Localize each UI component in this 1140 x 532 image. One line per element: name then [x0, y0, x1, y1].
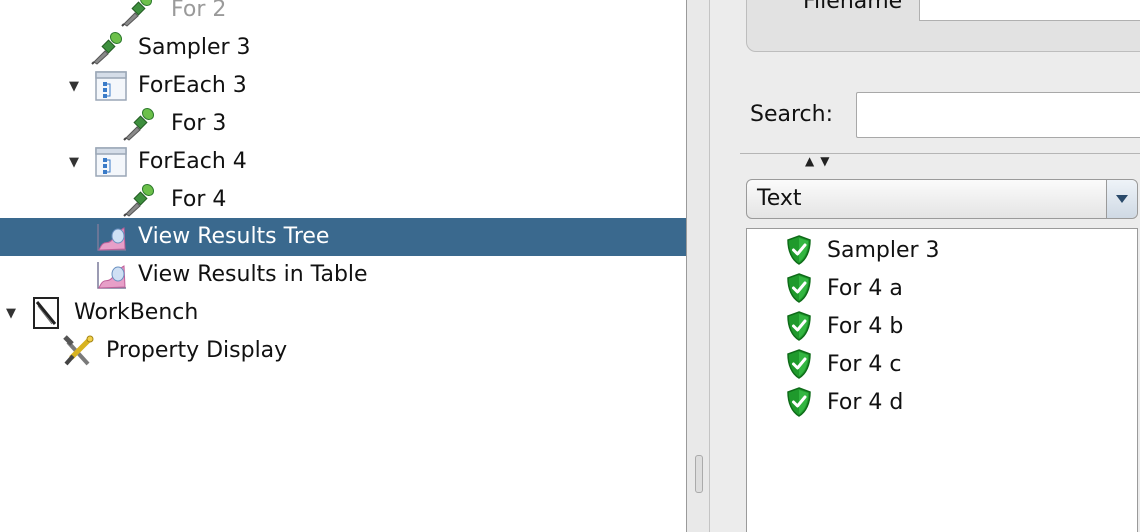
sampler-pipette-icon	[120, 0, 154, 27]
sample-results-tree[interactable]: Sampler 3 For 4 a For 4 b For 4 c For 4 …	[746, 228, 1138, 532]
tree-item-label: ForEach 4	[138, 149, 247, 174]
listener-graph-icon	[94, 220, 128, 254]
tree-item-label: WorkBench	[74, 300, 199, 325]
result-row[interactable]: For 4 a	[747, 269, 1137, 307]
tree-item-label: Sampler 3	[138, 35, 251, 60]
tree-item-foreach-3[interactable]: ▼ ForEach 3	[0, 67, 686, 105]
result-label: For 4 c	[827, 352, 902, 377]
tree-item-label: For 3	[171, 111, 227, 136]
collapse-up-icon[interactable]: ▲	[805, 154, 820, 168]
sampler-pipette-icon	[122, 183, 156, 217]
expand-toggle-icon[interactable]: ▼	[3, 305, 19, 321]
search-input[interactable]	[856, 92, 1140, 138]
tree-item-for-3[interactable]: For 3	[0, 105, 686, 143]
view-results-tree-panel: Filename Search: ▲▼ Text Sampler 3 For 4…	[710, 0, 1140, 532]
result-row[interactable]: Sampler 3	[747, 231, 1137, 269]
tree-item-for-4[interactable]: For 4	[0, 181, 686, 219]
tree-item-label: For 2	[171, 0, 227, 22]
tree-item-foreach-4[interactable]: ▼ ForEach 4	[0, 143, 686, 181]
test-plan-tree[interactable]: For 2 Sampler 3 ▼ ForEach 3 For 3 ▼ ForE…	[0, 0, 686, 532]
collapse-down-icon[interactable]: ▼	[820, 154, 835, 168]
filename-input[interactable]	[919, 0, 1140, 21]
success-shield-icon	[785, 272, 813, 304]
tree-item-property-display[interactable]: Property Display	[0, 332, 686, 370]
tree-item-for-2[interactable]: For 2	[0, 0, 686, 29]
divider	[740, 153, 1140, 154]
tree-item-view-results-in-table[interactable]: View Results in Table	[0, 256, 686, 294]
success-shield-icon	[785, 234, 813, 266]
result-row[interactable]: For 4 d	[747, 383, 1137, 421]
result-label: For 4 b	[827, 314, 904, 339]
tree-item-label: ForEach 3	[138, 73, 247, 98]
tree-item-label: Property Display	[106, 338, 288, 363]
expand-toggle-icon[interactable]: ▼	[66, 78, 82, 94]
sampler-pipette-icon	[90, 31, 124, 65]
expand-toggle-icon[interactable]: ▼	[66, 154, 82, 170]
filename-label: Filename	[803, 0, 903, 14]
tree-item-label: View Results Tree	[138, 224, 330, 249]
search-label: Search:	[750, 102, 833, 127]
sampler-pipette-icon	[122, 107, 156, 141]
success-shield-icon	[785, 348, 813, 380]
success-shield-icon	[785, 386, 813, 418]
filename-group: Filename	[746, 0, 1140, 52]
chevron-down-icon[interactable]	[1106, 180, 1137, 218]
listener-graph-icon	[94, 258, 128, 292]
tree-item-label: View Results in Table	[138, 262, 368, 287]
result-label: For 4 d	[827, 390, 904, 415]
tree-item-view-results-tree[interactable]: View Results Tree	[0, 218, 686, 256]
tree-item-sampler-3[interactable]: Sampler 3	[0, 29, 686, 67]
split-pane-divider[interactable]	[686, 0, 710, 532]
result-row[interactable]: For 4 c	[747, 345, 1137, 383]
split-collapse-arrows[interactable]: ▲▼	[805, 154, 835, 168]
workbench-icon	[30, 296, 64, 330]
result-row[interactable]: For 4 b	[747, 307, 1137, 345]
splitter-grip[interactable]	[695, 455, 703, 493]
foreach-controller-icon	[94, 69, 128, 103]
foreach-controller-icon	[94, 145, 128, 179]
result-label: For 4 a	[827, 276, 903, 301]
success-shield-icon	[785, 310, 813, 342]
tools-icon	[62, 334, 96, 368]
tree-item-label: For 4	[171, 187, 227, 212]
tree-item-workbench[interactable]: ▼ WorkBench	[0, 294, 686, 332]
renderer-selected-value: Text	[757, 186, 802, 211]
result-label: Sampler 3	[827, 238, 940, 263]
renderer-dropdown[interactable]: Text	[746, 179, 1138, 219]
